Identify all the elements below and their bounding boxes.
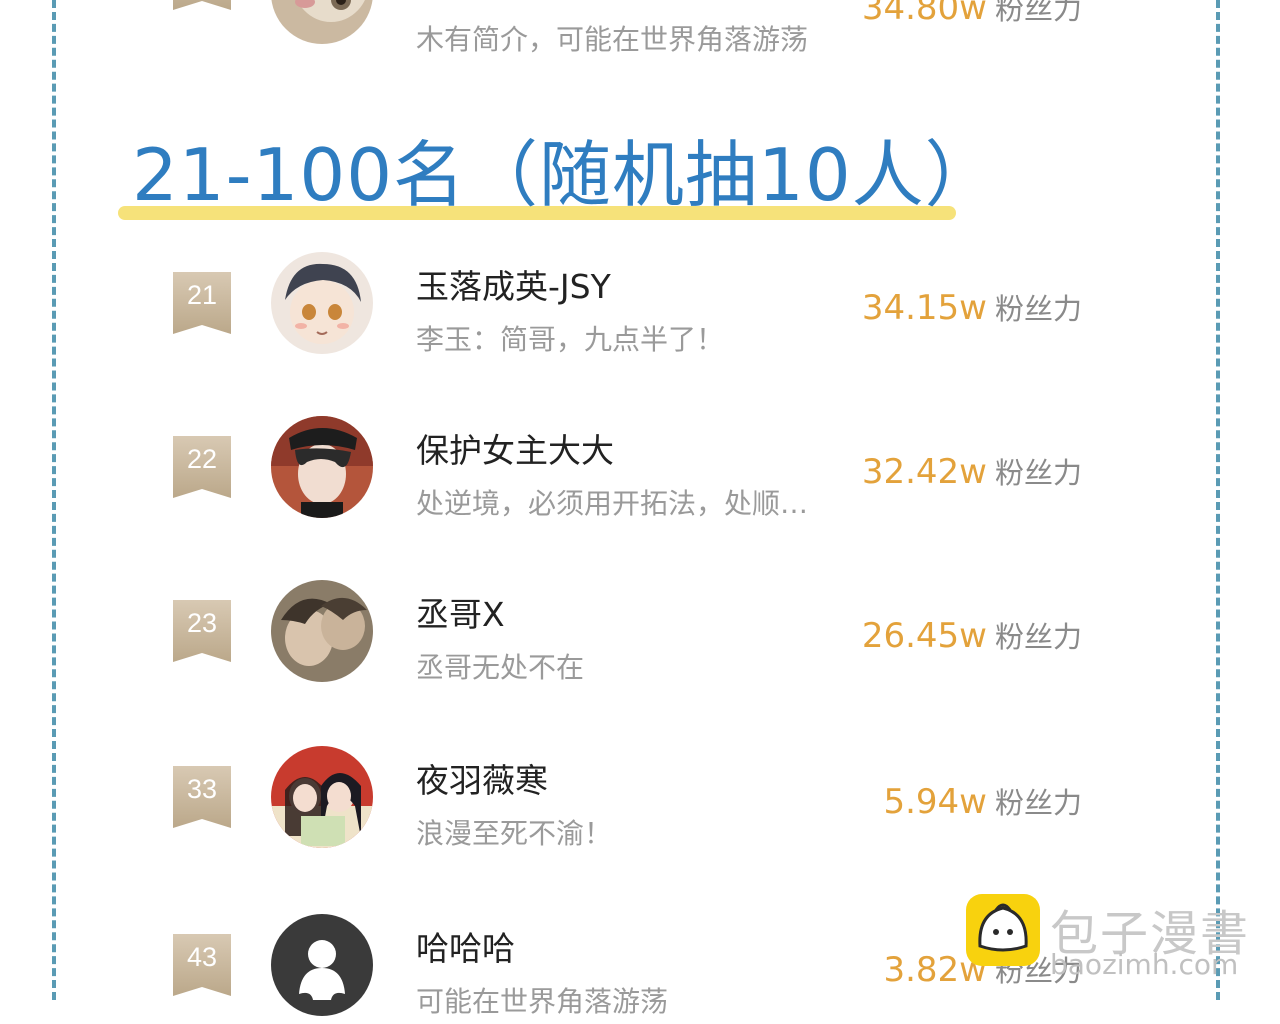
avatar[interactable]	[271, 580, 373, 682]
rank-number: 21	[186, 280, 218, 310]
user-name[interactable]: 哈哈哈	[416, 922, 515, 970]
rank-number: 33	[186, 774, 218, 804]
avatar[interactable]	[271, 252, 373, 354]
rank-badge: 21	[173, 272, 231, 334]
fan-power: 32.42w 粉丝力	[862, 450, 1082, 492]
user-bio: 处逆境，必须用开拓法，处顺…	[416, 487, 809, 520]
rank-badge: 33	[173, 766, 231, 828]
rank-badge: 43	[173, 934, 231, 996]
fan-power: 34.15w 粉丝力	[862, 286, 1082, 328]
user-bio: 木有简介，可能在世界角落游荡	[416, 23, 809, 56]
fan-power-value: 26.45w	[861, 616, 987, 656]
rank-badge: 20	[173, 0, 231, 10]
watermark-url: baozimh.com	[1050, 948, 1239, 981]
avatar[interactable]	[271, 914, 373, 1016]
fan-power-value: 34.80w	[861, 0, 987, 28]
fan-power-unit: 粉丝力	[994, 456, 1082, 490]
fan-power-unit: 粉丝力	[994, 292, 1082, 326]
avatar[interactable]	[271, 0, 373, 44]
section-title-text: 21-100名（随机抽10人）	[132, 133, 998, 217]
section-title: 21-100名（随机抽10人）	[118, 128, 997, 224]
fan-power-value: 5.94w	[883, 782, 987, 822]
rank-badge: 22	[173, 436, 231, 498]
user-name[interactable]: 丞哥X	[416, 588, 505, 636]
rank-badge: 23	[173, 600, 231, 662]
fan-power: 34.80w 粉丝力	[862, 0, 1082, 28]
rank-number: 23	[186, 608, 218, 638]
user-bio: 李玉：简哥，九点半了！	[416, 323, 725, 356]
bun-logo-icon	[966, 894, 1040, 966]
avatar[interactable]	[271, 416, 373, 518]
ranking-row-22[interactable]: 22 保护女主大大 处逆境，必须用开拓法，处顺… 32.42w 粉丝力	[0, 416, 1280, 526]
user-name[interactable]: 保护女主大大	[416, 424, 614, 472]
fan-power-unit: 粉丝力	[994, 620, 1082, 654]
user-bio: 浪漫至死不渝！	[416, 817, 613, 850]
ranking-row-23[interactable]: 23 丞哥X 丞哥无处不在 26.45w 粉丝力	[0, 580, 1280, 690]
watermark: 包子漫書 baozimh.com	[966, 894, 1266, 984]
user-bio: 可能在世界角落游荡	[416, 985, 669, 1018]
fan-power-value: 34.15w	[861, 288, 987, 328]
ranking-row-20[interactable]: 20 木有简介，可能在世界角落游荡 34.80w 粉丝力	[0, 0, 1280, 56]
ranking-row-21[interactable]: 21 玉落成英-JSY 李玉：简哥，九点半了！ 34.15w 粉丝力	[0, 252, 1280, 362]
fan-power-value: 32.42w	[861, 452, 987, 492]
user-name[interactable]: 玉落成英-JSY	[416, 260, 611, 308]
rank-number: 43	[186, 942, 218, 972]
fan-power-unit: 粉丝力	[994, 786, 1082, 820]
fan-power: 26.45w 粉丝力	[862, 614, 1082, 656]
user-bio: 丞哥无处不在	[416, 651, 585, 684]
user-name[interactable]: 夜羽薇寒	[416, 754, 548, 802]
rank-number: 22	[186, 444, 218, 474]
avatar[interactable]	[271, 746, 373, 848]
fan-power-unit: 粉丝力	[994, 0, 1082, 26]
fan-power: 5.94w 粉丝力	[883, 780, 1082, 822]
ranking-row-33[interactable]: 33 夜羽薇寒 浪漫至死不渝！ 5.94w 粉丝力	[0, 746, 1280, 856]
